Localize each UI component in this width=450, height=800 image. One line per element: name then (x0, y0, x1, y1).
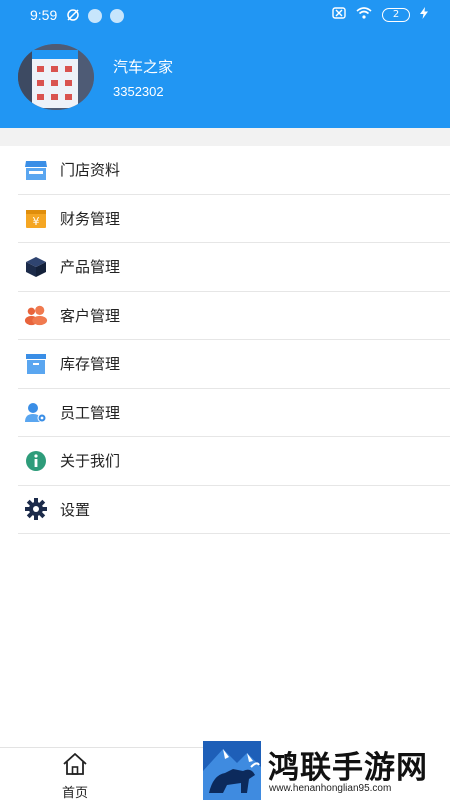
status-time: 9:59 (30, 7, 58, 23)
menu-item-inventory[interactable]: 库存管理 (18, 340, 450, 389)
profile-card[interactable]: 汽车之家 3352302 (18, 44, 438, 114)
menu-item-customers[interactable]: 客户管理 (18, 292, 450, 340)
finance-icon: ¥ (24, 206, 48, 230)
avatar[interactable] (18, 44, 94, 110)
menu-item-products[interactable]: 产品管理 (18, 243, 450, 292)
tab-home[interactable]: 首页 (50, 752, 100, 800)
charging-icon (420, 7, 428, 23)
status-bar: 9:59 2 (0, 0, 450, 32)
store-icon (24, 158, 48, 182)
notification-dot-icon (110, 9, 124, 23)
menu-item-finance[interactable]: ¥ 财务管理 (18, 195, 450, 243)
sync-off-icon (66, 8, 80, 22)
no-sim-icon (332, 7, 346, 23)
menu-item-employees[interactable]: 员工管理 (18, 389, 450, 437)
shop-name: 汽车之家 (113, 59, 174, 76)
menu-item-settings[interactable]: 设置 (18, 486, 450, 534)
svg-text:¥: ¥ (33, 215, 40, 228)
info-icon (24, 449, 48, 473)
shop-id: 3352302 (113, 84, 164, 99)
settings-gear-icon (24, 497, 48, 521)
watermark-logo (203, 741, 261, 800)
watermark-title: 鸿联手游网 (268, 750, 428, 786)
watermark-url: www.henanhonglian95.com (269, 783, 392, 794)
battery-icon: 2 (382, 8, 410, 22)
tab-home-label: 首页 (61, 785, 88, 800)
menu-item-about-us[interactable]: 关于我们 (18, 437, 450, 486)
notification-dot-icon (88, 9, 102, 23)
profile-header: 9:59 2 汽车之家 3352302 (0, 0, 450, 128)
home-icon (61, 753, 89, 780)
inventory-icon (24, 352, 48, 376)
customers-icon (24, 303, 48, 327)
product-box-icon (24, 255, 48, 279)
menu-item-store-info[interactable]: 门店资料 (18, 146, 450, 195)
section-divider (0, 128, 450, 146)
site-watermark: 鸿联手游网 www.henanhonglian95.com (203, 741, 450, 800)
menu-list: 门店资料 ¥ 财务管理 产品管理 客户管理 库存管理 员工管理 关于我们 设置 (0, 146, 450, 534)
employees-icon (24, 400, 48, 424)
wifi-icon (356, 7, 372, 23)
